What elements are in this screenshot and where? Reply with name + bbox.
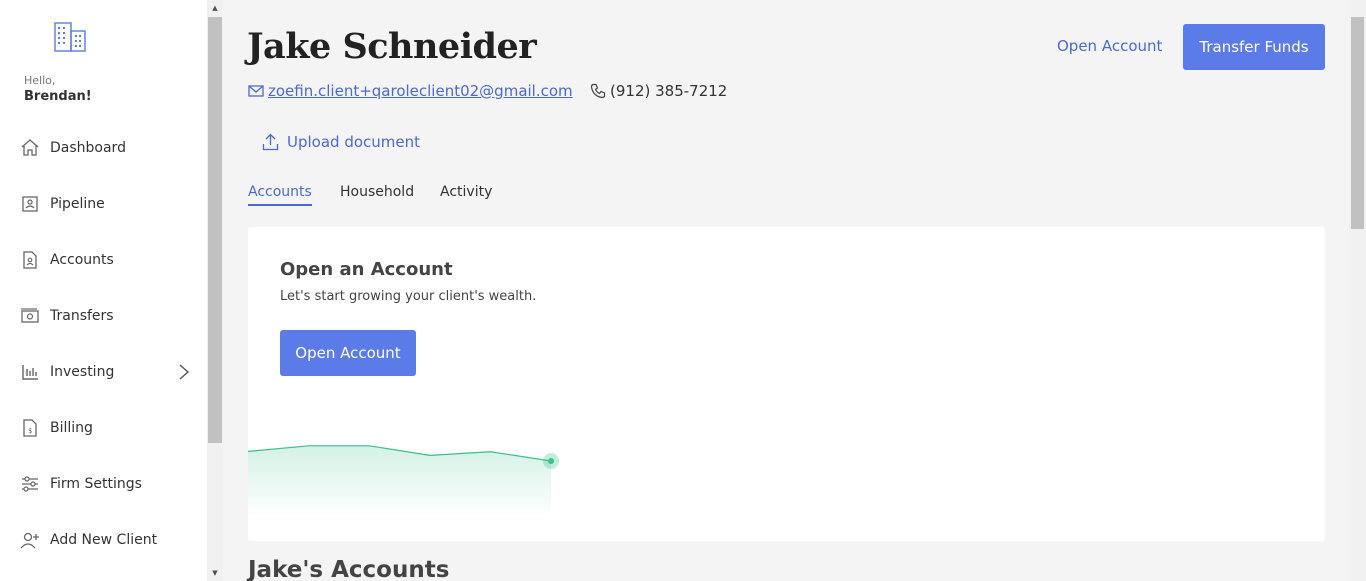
sidebar: Hello, Brendan! Dashboard Pipeline Accou… xyxy=(0,0,207,581)
pipeline-icon xyxy=(22,196,38,212)
upload-icon xyxy=(262,133,279,151)
client-email-link[interactable]: zoefin.client+qaroleclient02@gmail.com xyxy=(268,82,573,100)
user-name: Brendan! xyxy=(24,89,92,104)
home-icon xyxy=(21,139,39,156)
sidebar-item-label: Investing xyxy=(50,364,115,380)
scroll-down-arrow-icon[interactable]: ▼ xyxy=(207,565,223,581)
page-scrollbar[interactable] xyxy=(1349,0,1366,581)
client-phone: (912) 385-7212 xyxy=(610,82,728,100)
sidebar-item-dashboard[interactable]: Dashboard xyxy=(0,128,207,168)
greeting-text: Hello, xyxy=(24,74,56,87)
svg-text:$: $ xyxy=(28,427,32,435)
sparkline-area xyxy=(248,445,551,517)
sidebar-scrollbar[interactable]: ▲ ▼ xyxy=(207,0,223,581)
tab-activity[interactable]: Activity xyxy=(440,184,492,200)
upload-document-button[interactable]: Upload document xyxy=(262,131,420,153)
card-title: Open an Account xyxy=(280,259,453,280)
scrollbar-thumb[interactable] xyxy=(208,17,222,443)
sidebar-item-firm-settings[interactable]: Firm Settings xyxy=(0,464,207,504)
scrollbar-thumb[interactable] xyxy=(1351,17,1364,229)
sidebar-item-label: Firm Settings xyxy=(50,476,142,492)
sparkline-endpoint xyxy=(548,458,554,464)
tab-accounts[interactable]: Accounts xyxy=(248,184,312,206)
tab-household[interactable]: Household xyxy=(340,184,414,200)
chevron-right-icon[interactable] xyxy=(176,362,192,382)
sidebar-item-transfers[interactable]: Transfers xyxy=(0,296,207,336)
sidebar-item-label: Add New Client xyxy=(50,532,158,548)
sidebar-item-label: Pipeline xyxy=(50,196,105,212)
sidebar-item-label: Billing xyxy=(50,420,93,436)
chart-bars-icon xyxy=(22,365,38,380)
money-icon xyxy=(21,308,39,323)
open-account-link[interactable]: Open Account xyxy=(1057,37,1162,55)
sidebar-item-add-new-client[interactable]: Add New Client xyxy=(0,520,207,560)
client-name: Jake Schneider xyxy=(247,26,537,67)
document-icon xyxy=(23,251,37,269)
sidebar-item-label: Dashboard xyxy=(50,140,126,156)
card-subtitle: Let's start growing your client's wealth… xyxy=(280,289,537,304)
scroll-up-arrow-icon[interactable]: ▲ xyxy=(207,0,223,16)
sliders-icon xyxy=(22,476,38,492)
mail-icon xyxy=(248,85,264,97)
transfer-funds-button[interactable]: Transfer Funds xyxy=(1183,24,1325,70)
sidebar-item-pipeline[interactable]: Pipeline xyxy=(0,184,207,224)
sparkline-chart xyxy=(248,445,559,517)
phone-icon xyxy=(590,83,606,99)
sidebar-item-accounts[interactable]: Accounts xyxy=(0,240,207,280)
email-row: zoefin.client+qaroleclient02@gmail.com xyxy=(248,81,573,101)
section-title-accounts: Jake's Accounts xyxy=(248,557,450,581)
phone-row: (912) 385-7212 xyxy=(590,81,727,101)
add-user-icon xyxy=(20,532,39,549)
sidebar-item-label: Accounts xyxy=(50,252,114,268)
open-account-button[interactable]: Open Account xyxy=(280,330,416,376)
sidebar-item-investing[interactable]: Investing xyxy=(0,352,207,392)
sidebar-item-billing[interactable]: $ Billing xyxy=(0,408,207,448)
billing-icon: $ xyxy=(23,419,37,437)
open-account-card: Open an Account Let's start growing your… xyxy=(248,227,1325,541)
sidebar-item-label: Transfers xyxy=(50,308,114,324)
building-logo-icon[interactable] xyxy=(53,21,87,53)
upload-document-label: Upload document xyxy=(287,133,421,151)
